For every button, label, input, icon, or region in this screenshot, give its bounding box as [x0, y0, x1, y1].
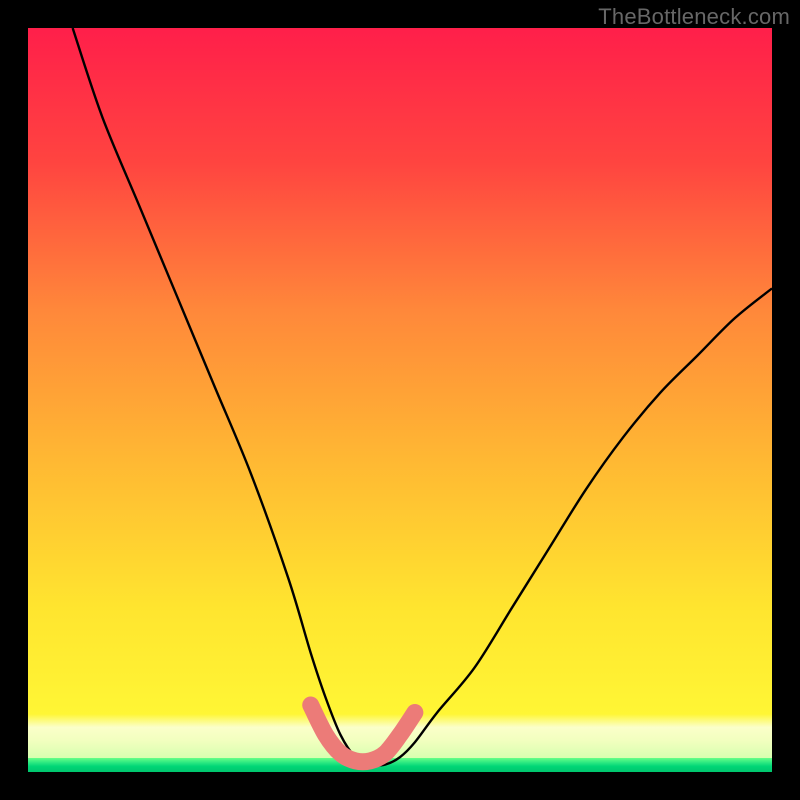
- chart-frame: TheBottleneck.com: [0, 0, 800, 800]
- watermark-text: TheBottleneck.com: [598, 4, 790, 30]
- valley-highlight: [28, 28, 772, 772]
- plot-area: [28, 28, 772, 772]
